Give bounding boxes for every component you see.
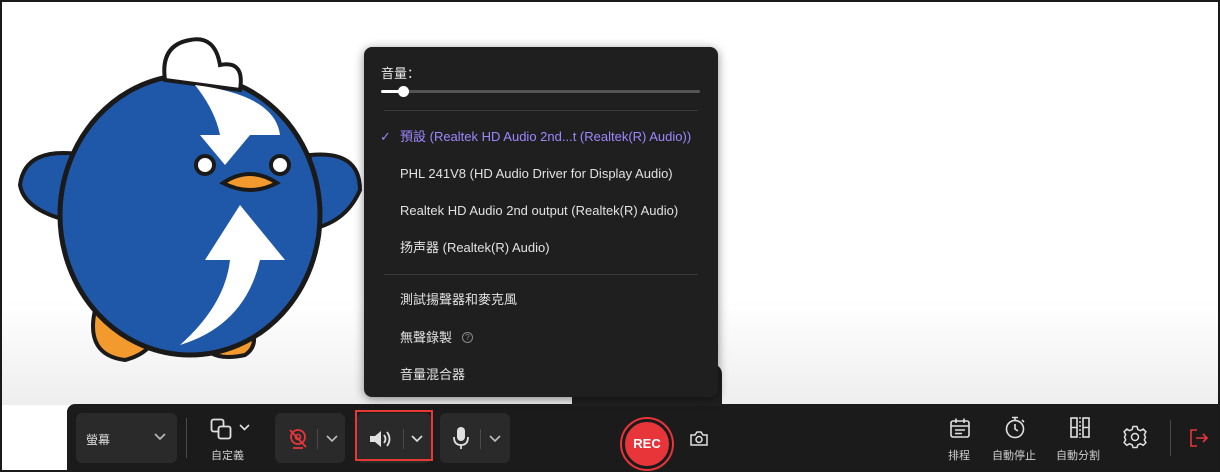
source-select[interactable]: 螢幕 [76,413,177,463]
webcam-control[interactable] [275,413,345,463]
auto-split-label: 自動分割 [1056,450,1100,462]
recording-toolbar: 螢幕 自定義 REC 排程 自動停止 自動分割 [67,404,1218,470]
menu-item-volume-mixer[interactable]: 音量混合器 [364,360,718,390]
volume-label: 音量： [381,66,421,81]
gear-icon[interactable] [1123,425,1147,449]
device-item-speaker[interactable]: 扬声器 (Realtek(R) Audio) [364,233,718,263]
overlapping-squares-icon[interactable] [210,418,232,440]
camera-icon[interactable] [690,431,708,446]
volume-slider-thumb[interactable] [398,86,410,97]
schedule-label: 排程 [948,450,970,462]
device-item-default[interactable]: ✓ 預設 (Realtek HD Audio 2nd...t (Realtek(… [364,122,718,152]
exit-icon[interactable] [1189,428,1209,448]
rec-button[interactable]: REC [622,419,672,469]
toolbar-divider [480,429,481,449]
speaker-dropdown-menu: 音量： ✓ 預設 (Realtek HD Audio 2nd...t (Real… [364,47,718,397]
menu-item-test-devices[interactable]: 測試揚聲器和麥克風 [364,285,718,315]
microphone-icon[interactable] [452,426,470,450]
split-icon[interactable] [1069,416,1091,439]
device-item-realtek-2nd[interactable]: Realtek HD Audio 2nd output (Realtek(R) … [364,196,718,226]
stopwatch-icon[interactable] [1004,416,1026,439]
toolbar-divider [1170,420,1171,456]
toolbar-divider [186,418,187,458]
source-select-value: 螢幕 [86,433,111,447]
toolbar-divider [317,429,318,449]
penguin-mascot-image [15,25,365,375]
check-icon: ✓ [380,129,391,144]
help-icon[interactable]: ? [462,332,474,344]
auto-stop-label: 自動停止 [992,450,1036,462]
device-item-phl[interactable]: PHL 241V8 (HD Audio Driver for Display A… [364,159,718,189]
chevron-down-icon[interactable] [489,435,501,443]
region-label: 自定義 [211,450,244,462]
microphone-control[interactable] [440,413,510,463]
menu-divider [384,274,698,275]
calendar-icon[interactable] [949,417,971,439]
menu-item-silent-record[interactable]: 無聲錄製? [364,323,718,353]
volume-slider[interactable] [381,86,700,97]
webcam-off-icon[interactable] [287,428,309,450]
menu-divider [384,110,698,111]
chevron-down-icon [154,433,166,441]
speaker-highlight-box [355,410,433,461]
chevron-down-icon[interactable] [239,424,250,431]
chevron-down-icon[interactable] [326,435,338,443]
